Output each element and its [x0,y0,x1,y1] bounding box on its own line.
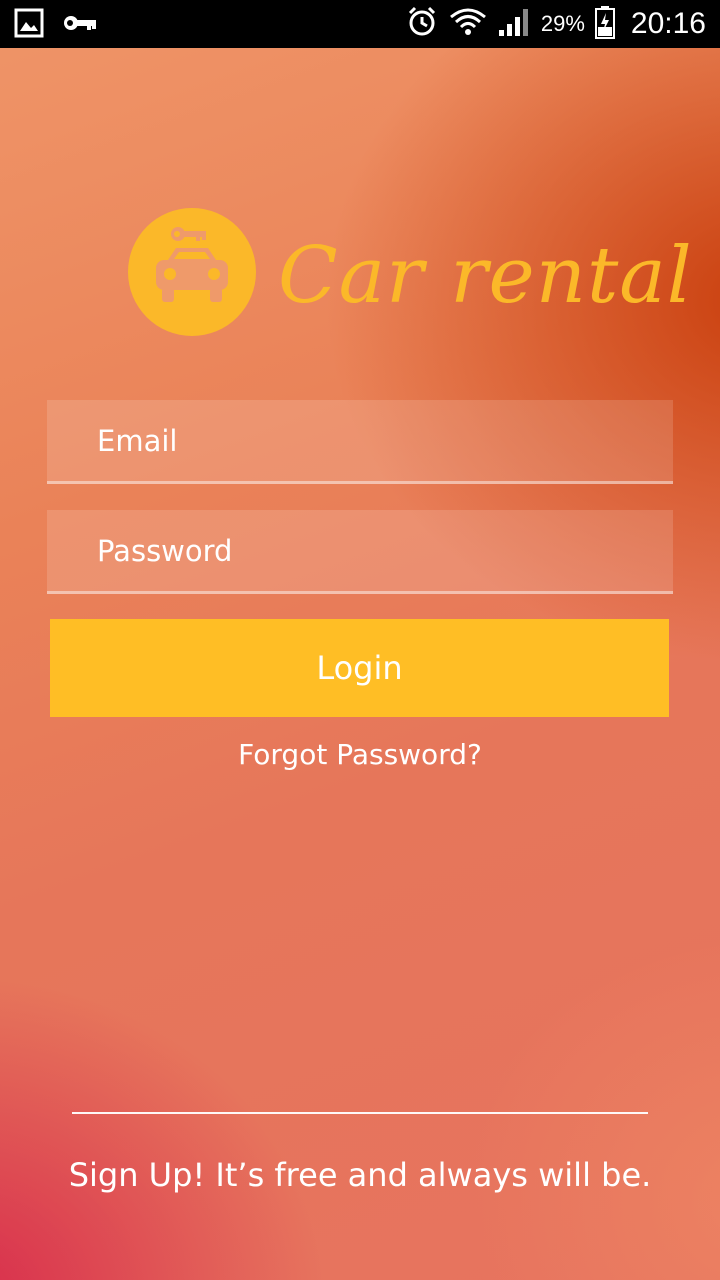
forgot-password-link[interactable]: Forgot Password? [0,738,720,771]
status-bar-left [14,8,98,42]
status-bar: 29% 20:16 [0,0,720,48]
alarm-icon [405,5,439,43]
battery-percent: 29% [540,11,585,36]
signal-icon [497,6,531,42]
signup-link[interactable]: Sign Up! It’s free and always will be. [0,1156,720,1194]
app-logo: Car rental [128,208,693,336]
battery-icon [594,5,615,43]
car-key-icon [128,208,256,336]
email-field-container [47,400,673,484]
password-field-container [47,510,673,594]
wifi-icon [449,5,487,43]
logo-text: Car rental [278,231,693,321]
email-field[interactable] [47,400,673,481]
login-screen: 29% 20:16 Car rental Email Login Forgot … [0,0,720,1280]
login-button[interactable]: Login [50,619,669,717]
key-icon [62,8,98,42]
password-field[interactable] [47,510,673,591]
footer-divider [72,1112,648,1114]
status-bar-right: 29% 20:16 [405,0,706,48]
clock: 20:16 [630,7,706,40]
gallery-icon [14,8,44,42]
